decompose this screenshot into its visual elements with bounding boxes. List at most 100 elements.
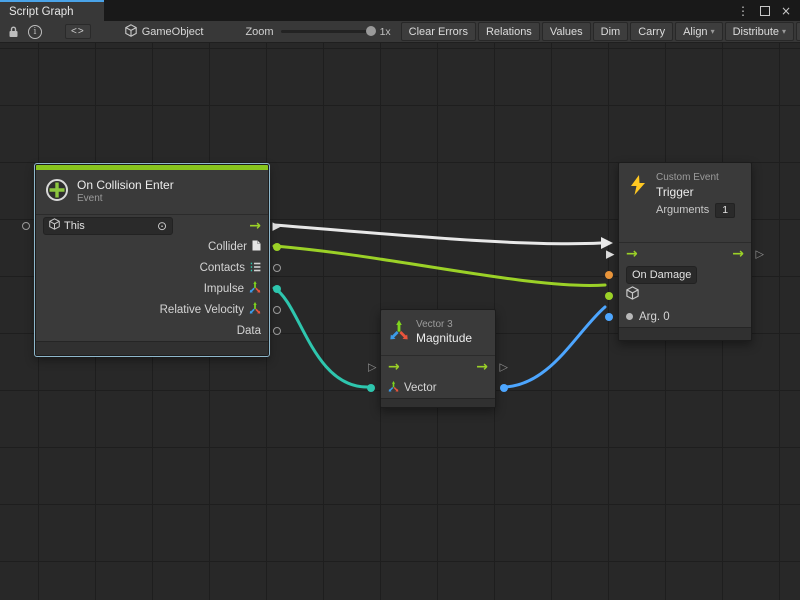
menu-icon[interactable]: ⋮ (737, 4, 749, 18)
collider-out-port[interactable] (273, 243, 281, 251)
maximize-icon[interactable] (760, 6, 770, 16)
control-out-port[interactable]: ▷ (500, 361, 508, 372)
graph-owner-label: GameObject (142, 26, 204, 38)
object-dot-icon (626, 313, 633, 320)
node-on-collision-enter[interactable]: On Collision Enter Event This ⊙ → ▶ Coll… (35, 164, 269, 356)
arguments-row: Arguments 1 (656, 203, 735, 218)
row-event-name: On Damage (619, 264, 751, 285)
target-picker-icon[interactable]: ⊙ (157, 220, 167, 232)
node-type-label: Custom Event (656, 172, 735, 185)
control-in-port[interactable]: ▶ (606, 248, 614, 259)
node-header: Vector 3 Magnitude (381, 310, 495, 356)
cube-icon (49, 218, 60, 233)
node-footer (36, 341, 268, 355)
tab-title: Script Graph (9, 6, 74, 18)
target-in-port[interactable] (22, 222, 30, 230)
relations-button[interactable]: Relations (478, 22, 540, 41)
control-in-port[interactable]: ▷ (368, 361, 376, 372)
vector-in-port[interactable] (367, 384, 375, 392)
vector3-icon (388, 379, 399, 397)
tab-bar: Script Graph ⋮ × (0, 0, 800, 21)
node-trigger-custom-event[interactable]: Custom Event Trigger Arguments 1 ▶ → → ▷… (618, 162, 752, 341)
cube-icon (626, 286, 639, 305)
row-contacts: Contacts (36, 257, 268, 278)
node-header: Custom Event Trigger Arguments 1 (619, 163, 751, 243)
target-value: This (64, 220, 85, 232)
control-out-port[interactable]: ▶ (273, 220, 281, 231)
target-in-port[interactable] (605, 292, 613, 300)
graph-owner[interactable]: GameObject (125, 24, 204, 40)
arguments-label: Arguments (656, 204, 709, 216)
graph-canvas[interactable]: On Collision Enter Event This ⊙ → ▶ Coll… (0, 43, 800, 600)
row-target-and-control: This ⊙ → ▶ (36, 215, 268, 236)
row-target (619, 285, 751, 306)
node-footer (381, 398, 495, 407)
zoom-slider[interactable] (281, 30, 373, 33)
node-type-label: Vector 3 (416, 319, 472, 332)
arg0-in-port[interactable] (605, 313, 613, 321)
event-name-in-port[interactable] (605, 271, 613, 279)
vector3-icon (389, 320, 409, 345)
arguments-count-field[interactable]: 1 (715, 203, 735, 218)
row-arg0: Arg. 0 (619, 306, 751, 327)
overview-button[interactable]: Overview (796, 22, 800, 41)
align-button[interactable]: Align▾ (675, 22, 722, 41)
toolbar-buttons: Clear Errors Relations Values Dim Carry … (401, 22, 800, 41)
event-name-value: On Damage (632, 269, 691, 281)
tab-script-graph[interactable]: Script Graph (0, 0, 104, 21)
node-subtitle: Event (77, 193, 174, 206)
close-icon[interactable]: × (781, 4, 791, 18)
gameobject-cube-icon (125, 24, 137, 40)
chevron-down-icon: ▾ (782, 27, 786, 36)
node-header: On Collision Enter Event (36, 170, 268, 215)
chevron-down-icon: ▾ (711, 27, 715, 36)
zoom-knob[interactable] (366, 26, 376, 36)
row-impulse: Impulse (36, 278, 268, 299)
row-collider: Collider (36, 236, 268, 257)
dim-button[interactable]: Dim (593, 22, 629, 41)
node-title: On Collision Enter (77, 178, 174, 193)
wire-collider-to-target[interactable] (274, 246, 605, 285)
list-icon (250, 259, 261, 277)
carry-button[interactable]: Carry (630, 22, 673, 41)
node-vector3-magnitude[interactable]: Vector 3 Magnitude ▷ → → ▷ Vector (380, 309, 496, 408)
data-out-port[interactable] (273, 327, 281, 335)
clear-errors-button[interactable]: Clear Errors (401, 22, 476, 41)
row-relative-velocity: Relative Velocity (36, 299, 268, 320)
row-data: Data (36, 320, 268, 341)
collision-icon (44, 177, 70, 208)
row-control: ▷ → → ▷ (381, 356, 495, 377)
graph-toolbar: i <> GameObject Zoom 1x Clear Errors Rel… (0, 21, 800, 43)
window-controls: ⋮ × (737, 0, 800, 21)
vector3-icon (249, 301, 261, 319)
control-out-port[interactable]: ▷ (756, 248, 764, 259)
control-in-arrow-icon: → (388, 360, 400, 374)
zoom-value: 1x (380, 26, 391, 38)
wire-impulse-to-vector[interactable] (274, 288, 367, 387)
wire-magnitude-to-arg0[interactable] (502, 307, 605, 387)
info-icon[interactable]: i (28, 25, 42, 39)
target-field[interactable]: This ⊙ (43, 217, 173, 235)
unity-window: Script Graph ⋮ × i <> GameObject Zoom 1x (0, 0, 800, 600)
values-button[interactable]: Values (542, 22, 591, 41)
node-title: Trigger (656, 185, 735, 200)
control-in-arrow-icon: → (626, 247, 638, 261)
event-name-field[interactable]: On Damage (626, 266, 697, 284)
control-out-arrow-icon: → (249, 219, 261, 233)
distribute-button[interactable]: Distribute▾ (725, 22, 794, 41)
lightning-icon (627, 174, 649, 201)
vector3-icon (249, 280, 261, 298)
row-control: ▶ → → ▷ (619, 243, 751, 264)
contacts-out-port[interactable] (273, 264, 281, 272)
lock-icon[interactable] (8, 26, 19, 38)
code-icon[interactable]: <> (65, 24, 91, 39)
node-footer (619, 327, 751, 340)
zoom-label: Zoom (245, 26, 273, 38)
magnitude-out-port[interactable] (500, 384, 508, 392)
file-icon (252, 238, 261, 256)
row-vector-input: Vector (381, 377, 495, 398)
wire-control-flow[interactable] (274, 225, 601, 244)
relative-velocity-out-port[interactable] (273, 306, 281, 314)
impulse-out-port[interactable] (273, 285, 281, 293)
control-out-arrow-icon: → (476, 360, 488, 374)
